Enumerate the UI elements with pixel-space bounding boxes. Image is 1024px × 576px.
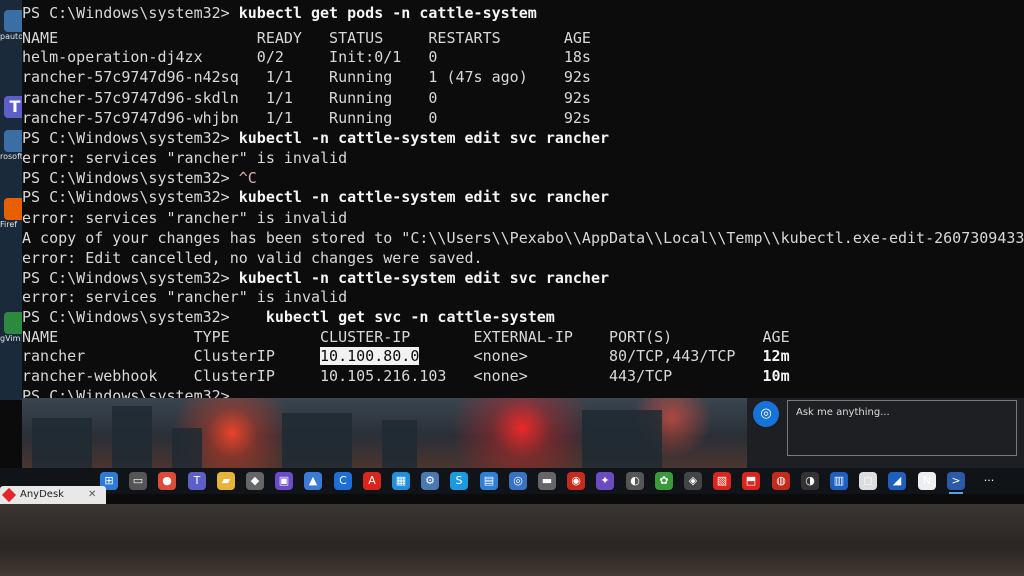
terminal-line: rancher-webhook ClusterIP 10.105.216.103… — [22, 366, 790, 386]
terminal-text: rancher-57c9747d96-skdln 1/1 Running 0 9… — [22, 89, 591, 107]
terminal-text: NAME READY STATUS RESTARTS AGE — [22, 29, 591, 47]
pdf-icon[interactable]: A — [363, 472, 381, 490]
service-age: 12m — [762, 347, 790, 365]
service-age: 10m — [762, 367, 790, 385]
app-icon[interactable]: ◻ — [859, 472, 877, 490]
terminal-line: PS C:\Windows\system32> kubectl get svc … — [22, 307, 555, 327]
terminal-text: A copy of your changes has been stored t… — [22, 229, 1024, 247]
app-icon[interactable]: ▣ — [275, 472, 293, 490]
terminal-command: kubectl -n cattle-system edit svc ranche… — [238, 188, 610, 206]
terminal-text: rancher-57c9747d96-whjbn 1/1 Running 0 9… — [22, 109, 591, 127]
terminal-text: helm-operation-dj4zx 0/2 Init:0/1 0 18s — [22, 48, 591, 66]
terminal-command: kubectl -n cattle-system edit svc ranche… — [238, 269, 610, 287]
cortana-icon[interactable]: ◎ — [753, 401, 779, 427]
powershell-terminal[interactable]: PS C:\Windows\system32> kubectl get pods… — [22, 0, 1024, 405]
powershell-icon[interactable]: > — [947, 472, 965, 494]
anydesk-logo-icon — [1, 487, 17, 503]
terminal-line: PS C:\Windows\system32> kubectl -n cattl… — [22, 268, 609, 288]
app-icon[interactable]: ◑ — [801, 472, 819, 490]
desktop-wallpaper — [22, 398, 747, 468]
terminal-line: PS C:\Windows\system32> kubectl get pods… — [22, 3, 537, 23]
calendar-icon[interactable]: ▤ — [480, 472, 498, 490]
app-icon[interactable]: ◍ — [772, 472, 790, 490]
app-icon[interactable]: ◈ — [684, 472, 702, 490]
cortana-search-input[interactable]: Ask me anything... — [787, 400, 1017, 456]
store-icon[interactable]: ▦ — [392, 472, 410, 490]
terminal-text: PS C:\Windows\system32> — [22, 129, 239, 147]
terminal-line: A copy of your changes has been stored t… — [22, 228, 1024, 248]
terminal-line: PS C:\Windows\system32> ^C — [22, 168, 257, 188]
terminal-text: rancher-57c9747d96-n42sq 1/1 Running 1 (… — [22, 68, 591, 86]
teams-icon[interactable]: T — [188, 472, 206, 490]
terminal-command: kubectl get pods -n cattle-system — [238, 4, 537, 22]
terminal-text: PS C:\Windows\system32> — [22, 4, 239, 22]
terminal-text: error: services "rancher" is invalid — [22, 209, 348, 227]
terminal-command: kubectl get svc -n cattle-system — [265, 308, 555, 326]
anydesk-tab[interactable]: AnyDesk ✕ — [0, 486, 106, 504]
app-icon[interactable]: ▬ — [538, 472, 556, 490]
terminal-text: error: Edit cancelled, no valid changes … — [22, 249, 483, 267]
terminal-line: PS C:\Windows\system32> kubectl -n cattl… — [22, 187, 609, 207]
terminal-line: NAME READY STATUS RESTARTS AGE — [22, 28, 591, 48]
settings-icon[interactable]: ⚙ — [421, 472, 439, 490]
terminal-line: rancher-57c9747d96-n42sq 1/1 Running 1 (… — [22, 67, 591, 87]
terminal-text: rancher ClusterIP — [22, 347, 321, 365]
skype-icon[interactable]: S — [450, 472, 468, 490]
terminal-text: NAME TYPE CLUSTER-IP EXTERNAL-IP PORT(S)… — [22, 328, 790, 346]
terminal-text: rancher-webhook ClusterIP 10.105.216.103… — [22, 367, 763, 385]
close-icon[interactable]: ✕ — [88, 486, 96, 504]
terminal-line: rancher-57c9747d96-skdln 1/1 Running 0 9… — [22, 88, 591, 108]
app-icon[interactable]: ▧ — [713, 472, 731, 490]
notion-icon[interactable]: N — [918, 472, 936, 490]
cluster-ip-selection: 10.100.80.0 — [320, 347, 420, 365]
terminal-line: error: Edit cancelled, no valid changes … — [22, 248, 483, 268]
terminal-text: <none> 80/TCP,443/TCP — [419, 347, 763, 365]
photos-icon[interactable]: ▲ — [304, 472, 322, 490]
terminal-text: PS C:\Windows\system32> — [22, 269, 239, 287]
taskbar-more-icon[interactable]: ··· — [980, 472, 998, 490]
record-icon[interactable]: ◉ — [567, 472, 585, 490]
app-icon[interactable]: ✿ — [655, 472, 673, 490]
terminal-line: rancher ClusterIP 10.100.80.0 <none> 80/… — [22, 346, 790, 366]
app-icon[interactable]: ✦ — [596, 472, 614, 490]
cortana-panel: ◎ Ask me anything... — [747, 398, 1024, 468]
terminal-line: PS C:\Windows\system32> kubectl -n cattl… — [22, 128, 609, 148]
terminal-line: error: services "rancher" is invalid — [22, 208, 347, 228]
terminal-line: error: services "rancher" is invalid — [22, 287, 347, 307]
chrome-icon[interactable]: ● — [158, 472, 176, 490]
terminal-line: NAME TYPE CLUSTER-IP EXTERNAL-IP PORT(S)… — [22, 327, 790, 347]
terminal-line: helm-operation-dj4zx 0/2 Init:0/1 0 18s — [22, 47, 591, 67]
app-icon[interactable]: ◢ — [888, 472, 906, 490]
terminal-text: PS C:\Windows\system32> — [22, 188, 239, 206]
terminal-line: rancher-57c9747d96-whjbn 1/1 Running 0 9… — [22, 108, 591, 128]
app-icon[interactable]: ◎ — [509, 472, 527, 490]
monitor-bezel — [0, 504, 1024, 576]
terminal-line: error: services "rancher" is invalid — [22, 148, 347, 168]
terminal-interrupt: ^C — [238, 169, 257, 187]
terminal-text: error: services "rancher" is invalid — [22, 149, 348, 167]
app-icon[interactable]: ◐ — [626, 472, 644, 490]
app-icon[interactable]: ⬒ — [742, 472, 760, 490]
app-icon[interactable]: ◆ — [246, 472, 264, 490]
terminal-text: error: services "rancher" is invalid — [22, 288, 348, 306]
taskbar: ⊞ ▭ ● T ▰ ◆ ▣ ▲ C A ▦ ⚙ S ▤ ◎ ▬ ◉ ✦ ◐ ✿ ◈ ▧ ⬒ ◍ ◑ ▥ ◻ ◢ N > ··· — [0, 468, 1024, 494]
anydesk-tab-label: AnyDesk — [20, 489, 64, 500]
desktop-screen: pauto Trosoft Firef gVim PS C:\Windows\syst… — [0, 0, 1024, 515]
terminal-text: PS C:\Windows\system32> — [22, 308, 266, 326]
terminal-command: kubectl -n cattle-system edit svc ranche… — [238, 129, 610, 147]
terminal-text: PS C:\Windows\system32> — [22, 169, 239, 187]
task-view-icon[interactable]: ▭ — [129, 472, 147, 490]
c-app-icon[interactable]: C — [334, 472, 352, 490]
app-icon[interactable]: ▥ — [830, 472, 848, 490]
explorer-icon[interactable]: ▰ — [217, 472, 235, 490]
